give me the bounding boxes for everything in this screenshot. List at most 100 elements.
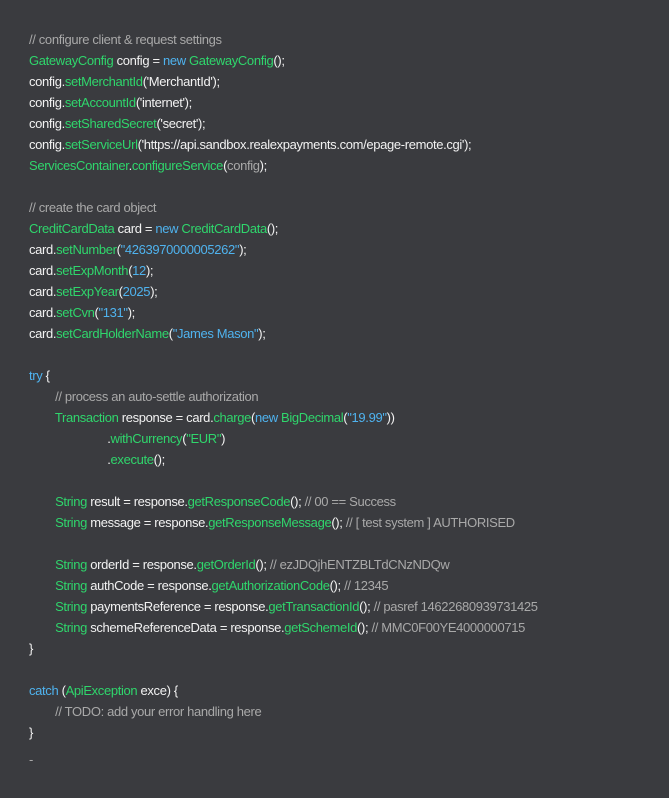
code-token-plain: );	[239, 242, 247, 257]
code-token-method: configureService	[131, 158, 224, 173]
code-line: // TODO: add your error handling here	[29, 701, 538, 722]
code-line: Transaction response = card.charge(new B…	[29, 407, 538, 428]
code-token-plain: config =	[113, 53, 163, 68]
code-token-plain: config.	[29, 74, 65, 89]
code-token-keyword: try	[29, 368, 43, 383]
code-token-plain: {	[42, 368, 50, 383]
code-line: card.setExpMonth(12);	[29, 260, 538, 281]
code-token-method: withCurrency	[110, 431, 183, 446]
code-token-plain: ('internet');	[135, 95, 192, 110]
code-token-type: String	[55, 578, 87, 593]
code-token-plain: result = response.	[86, 494, 188, 509]
code-token-comment: // 00 == Success	[304, 494, 397, 509]
code-token-plain: ();	[153, 452, 166, 467]
code-token-comment: // pasref 14622680939731425	[373, 599, 538, 614]
code-token-type: GatewayConfig	[29, 53, 114, 68]
code-line: card.setExpYear(2025);	[29, 281, 538, 302]
code-token-plain: );	[259, 158, 268, 173]
code-token-method: "EUR"	[186, 431, 222, 446]
code-token-comment: // [ test system ] AUTHORISED	[345, 515, 515, 530]
code-line: try {	[29, 365, 538, 386]
code-token-plain: authCode = response.	[86, 578, 212, 593]
code-line: String paymentsReference = response.getT…	[29, 596, 538, 617]
code-token-method: getResponseCode	[187, 494, 291, 509]
code-token-type: String	[55, 599, 87, 614]
code-token-plain: );	[258, 326, 266, 341]
code-token-plain: ))	[386, 410, 395, 425]
code-token-type: CreditCardData	[181, 221, 267, 236]
code-token-method: setExpMonth	[56, 263, 129, 278]
code-token-plain: );	[127, 305, 136, 320]
code-block: // configure client & request settings Ga…	[29, 29, 538, 743]
code-line: }	[29, 638, 538, 659]
code-token-plain: ();	[266, 221, 279, 236]
code-token-method: setExpYear	[56, 284, 119, 299]
trailing-mark: -	[29, 752, 33, 767]
code-token-string: "19.99"	[347, 410, 387, 425]
code-token-plain: ();	[273, 53, 285, 68]
code-token-plain: .	[29, 452, 111, 467]
code-token-method: getOrderId	[196, 557, 256, 572]
code-token-type: String	[55, 620, 87, 635]
code-token-plain: }	[29, 641, 33, 656]
code-token-keyword: new	[162, 53, 186, 68]
code-token-plain: response = card.	[118, 410, 214, 425]
code-line: CreditCardData card = new CreditCardData…	[29, 218, 538, 239]
code-token-type: String	[55, 494, 87, 509]
code-line: String message = response.getResponseMes…	[29, 512, 538, 533]
code-token-plain: ();	[329, 578, 345, 593]
code-token-plain: )	[221, 431, 226, 446]
code-token-keyword: catch	[29, 683, 59, 698]
code-token-type: Transaction	[54, 410, 119, 425]
code-token-plain: config.	[29, 116, 65, 131]
code-token-plain: paymentsReference = response.	[86, 599, 269, 614]
code-token-string: "James Mason"	[172, 326, 259, 341]
code-token-plain: ('https://api.sandbox.realexpayments.com…	[137, 137, 472, 152]
code-token-plain: card =	[114, 221, 156, 236]
code-token-comment: // ezJDQjhENTZBLTdCNzNDQw	[269, 557, 450, 572]
code-token-plain: config.	[29, 137, 65, 152]
code-token-plain: card.	[29, 263, 57, 278]
code-token-plain: (	[58, 683, 66, 698]
code-line: config.setMerchantId('MerchantId');	[29, 71, 538, 92]
code-token-type: GatewayConfig	[189, 53, 274, 68]
code-token-type: BigDecimal	[281, 410, 344, 425]
code-token-plain: ();	[290, 494, 305, 509]
code-token-plain: ('MerchantId');	[142, 74, 220, 89]
code-token-method: getResponseMessage	[208, 515, 332, 530]
code-line: String orderId = response.getOrderId(); …	[29, 554, 538, 575]
code-token-plain: ();	[255, 557, 270, 572]
code-token-plain: }	[29, 725, 33, 740]
code-token-plain: ('secret');	[156, 116, 206, 131]
code-token-plain: schemeReferenceData = response.	[86, 620, 285, 635]
code-line: }	[29, 722, 538, 743]
code-line: config.setServiceUrl('https://api.sandbo…	[29, 134, 538, 155]
code-token-plain: .	[29, 431, 111, 446]
code-token-plain: );	[145, 263, 154, 278]
code-token-type: ApiException	[65, 683, 138, 698]
code-token-method: setNumber	[56, 242, 117, 257]
code-token-method: setServiceUrl	[64, 137, 138, 152]
code-token-type: ServicesContainer	[29, 158, 129, 173]
code-token-method: getTransactionId	[268, 599, 360, 614]
code-line: card.setNumber("4263970000005262");	[29, 239, 538, 260]
code-token-plain: ();	[331, 515, 346, 530]
code-line: config.setAccountId('internet');	[29, 92, 538, 113]
code-editor: // configure client & request settings Ga…	[0, 0, 669, 798]
code-line: card.setCardHolderName("James Mason");	[29, 323, 538, 344]
code-token-plain: ();	[357, 620, 372, 635]
code-line: ServicesContainer.configureService(confi…	[29, 155, 538, 176]
code-token-plain: message = response.	[86, 515, 209, 530]
code-token-keyword: new	[155, 221, 179, 236]
code-token-muted: config	[227, 158, 260, 173]
